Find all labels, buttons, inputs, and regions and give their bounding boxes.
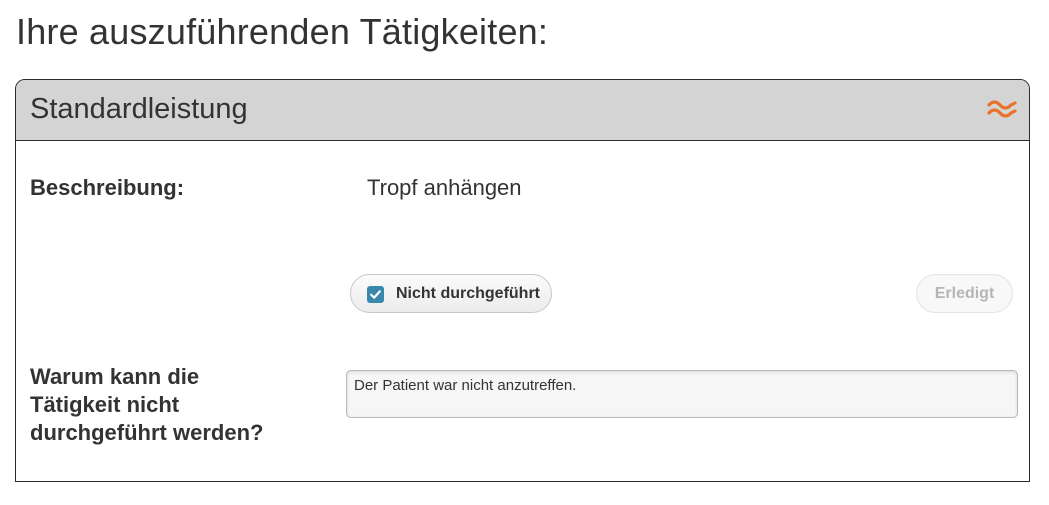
reason-textarea[interactable]: Der Patient war nicht anzutreffen.: [346, 370, 1018, 418]
not-done-label: Nicht durchgeführt: [396, 285, 540, 302]
checkbox-checked-icon[interactable]: [367, 286, 384, 303]
collapse-icon[interactable]: [987, 97, 1017, 121]
task-panel: Standardleistung Beschreibung: Tropf anh…: [15, 79, 1030, 482]
reason-label: Warum kann die Tätigkeit nicht durchgefü…: [30, 364, 264, 445]
description-value: Tropf anhängen: [367, 175, 522, 200]
panel-header[interactable]: Standardleistung: [16, 80, 1029, 141]
panel-title: Standardleistung: [30, 93, 248, 125]
done-button[interactable]: Erledigt: [916, 274, 1013, 313]
not-done-checkbox-button[interactable]: Nicht durchgeführt: [350, 274, 552, 313]
description-label: Beschreibung:: [30, 175, 185, 200]
page-title: Ihre auszuführenden Tätigkeiten:: [16, 11, 549, 52]
